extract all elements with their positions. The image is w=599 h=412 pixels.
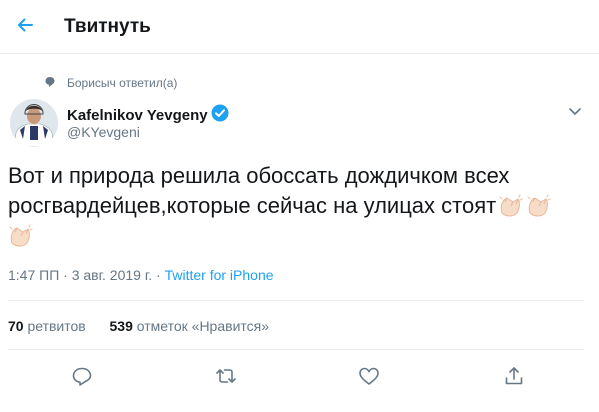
tweet-actions-bar xyxy=(0,360,599,390)
clapping-hands-icon xyxy=(8,223,34,249)
reply-button[interactable] xyxy=(70,364,94,388)
tweet-source-link[interactable]: Twitter for iPhone xyxy=(165,267,274,283)
likes-stat[interactable]: 539 отметок «Нравится» xyxy=(110,318,270,334)
divider xyxy=(8,300,584,301)
likes-count: 539 xyxy=(109,318,133,334)
tweet-date[interactable]: 3 авг. 2019 г. xyxy=(72,267,152,283)
share-icon xyxy=(505,367,523,385)
back-arrow-icon xyxy=(18,18,33,32)
tweet-text: Вот и природа решила обоссать дождичком … xyxy=(8,161,588,251)
clapping-hands-icon xyxy=(526,193,552,219)
reply-context: Борисыч ответил(а) xyxy=(0,74,599,94)
retweet-button[interactable] xyxy=(214,364,238,388)
reply-indicator-icon xyxy=(45,77,55,87)
tweet-time[interactable]: 1:47 ПП xyxy=(8,267,59,283)
likes-label: отметок «Нравится» xyxy=(136,318,270,334)
reply-icon xyxy=(72,367,92,386)
like-icon xyxy=(359,367,379,385)
author-handle[interactable]: @KYevgeni xyxy=(67,124,140,140)
avatar[interactable] xyxy=(10,99,58,147)
share-button[interactable] xyxy=(502,364,526,388)
tweet-stats: 70 ретвитов 539 отметок «Нравится» xyxy=(8,318,269,334)
header-bar: Твитнуть xyxy=(0,0,599,54)
retweets-stat[interactable]: 70 ретвитов xyxy=(8,318,86,334)
tweet-text-line-2: росгвардейцев,которые сейчас на улицах с… xyxy=(8,193,497,218)
author-name[interactable]: Kafelnikov Yevgeny xyxy=(67,107,208,124)
page-title: Твитнуть xyxy=(64,16,151,37)
tweet-text-line-1: Вот и природа решила обоссать дождичком … xyxy=(8,163,510,188)
avatar-photo xyxy=(10,99,58,147)
meta-separator: · xyxy=(152,267,165,283)
reply-context-text: Борисыч ответил(а) xyxy=(67,76,178,90)
retweets-label: ретвитов xyxy=(27,318,86,334)
retweets-count: 70 xyxy=(8,318,24,334)
chevron-down-icon xyxy=(569,108,581,115)
like-button[interactable] xyxy=(357,364,381,388)
back-button[interactable] xyxy=(10,10,40,40)
tweet-meta: 1:47 ПП · 3 авг. 2019 г. · Twitter for i… xyxy=(8,267,274,283)
tweet-menu-button[interactable] xyxy=(568,104,588,118)
clapping-hands-icon xyxy=(498,193,524,219)
meta-separator: · xyxy=(59,267,72,283)
author-name-row: Kafelnikov Yevgeny xyxy=(67,104,229,124)
verified-badge-icon xyxy=(211,104,229,127)
retweet-icon xyxy=(216,369,236,383)
divider xyxy=(8,349,584,350)
